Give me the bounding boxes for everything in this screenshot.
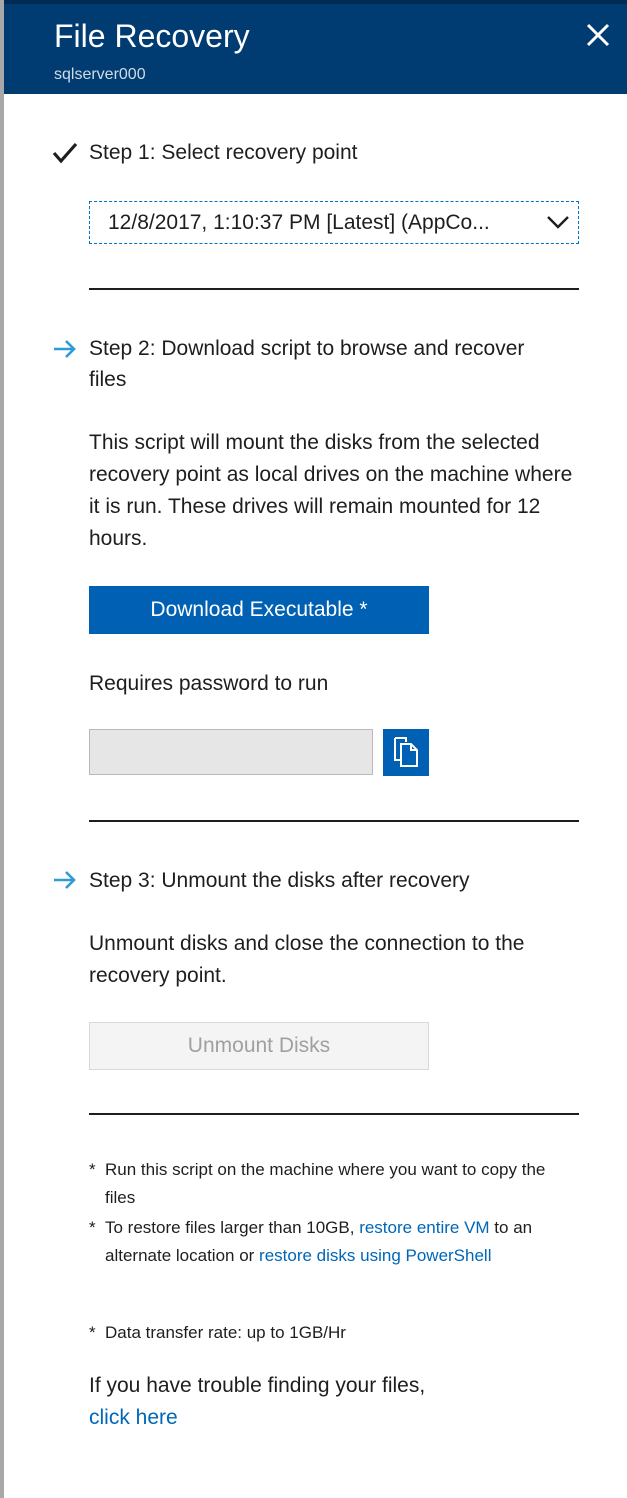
note-transfer-rate: * Data transfer rate: up to 1GB/Hr [89, 1319, 579, 1347]
copy-icon [394, 737, 418, 767]
step2-label: Step 2: Download script to browse and re… [89, 337, 525, 391]
recovery-point-value: 12/8/2017, 1:10:37 PM [Latest] (AppCo... [108, 211, 490, 234]
trouble-section: If you have trouble finding your files, … [89, 1370, 579, 1434]
note-bullet: * [89, 1160, 96, 1179]
panel-left-border [0, 0, 4, 1498]
note-text: Data transfer rate: up to 1GB/Hr [105, 1323, 346, 1342]
password-field[interactable] [89, 729, 373, 775]
download-executable-button[interactable]: Download Executable * [89, 586, 429, 634]
note-text: To restore files larger than 10GB, [105, 1218, 360, 1237]
note-large-files: * To restore files larger than 10GB, res… [89, 1214, 579, 1270]
arrow-right-icon [54, 340, 76, 358]
page-subtitle: sqlserver000 [54, 66, 146, 83]
step3-description: Unmount disks and close the connection t… [89, 932, 525, 987]
restore-entire-vm-link[interactable]: restore entire VM [359, 1218, 489, 1237]
blade-header: File Recovery sqlserver000 [4, 0, 627, 94]
step2-description: This script will mount the disks from th… [89, 431, 573, 550]
divider [89, 1113, 579, 1115]
checkmark-icon [52, 142, 78, 164]
page-title: File Recovery [54, 18, 250, 54]
note-text: Run this script on the machine where you… [105, 1160, 546, 1207]
chevron-down-icon [547, 216, 569, 229]
restore-disks-powershell-link[interactable]: restore disks using PowerShell [259, 1246, 491, 1265]
arrow-right-icon [54, 871, 76, 889]
note-bullet: * [89, 1323, 96, 1342]
trouble-text: If you have trouble finding your files, [89, 1374, 426, 1397]
step3-label: Step 3: Unmount the disks after recovery [89, 869, 470, 892]
click-here-link[interactable]: click here [89, 1406, 178, 1429]
unmount-disks-button[interactable]: Unmount Disks [89, 1022, 429, 1070]
recovery-point-dropdown[interactable]: 12/8/2017, 1:10:37 PM [Latest] (AppCo... [88, 200, 580, 245]
step1-label: Step 1: Select recovery point [89, 141, 358, 164]
close-button[interactable] [583, 20, 613, 50]
note-bullet: * [89, 1218, 96, 1237]
divider [89, 820, 579, 822]
copy-password-button[interactable] [383, 729, 429, 776]
password-label: Requires password to run [89, 672, 329, 695]
note-run-script: * Run this script on the machine where y… [89, 1156, 559, 1212]
divider [89, 288, 579, 290]
close-icon [586, 23, 610, 47]
